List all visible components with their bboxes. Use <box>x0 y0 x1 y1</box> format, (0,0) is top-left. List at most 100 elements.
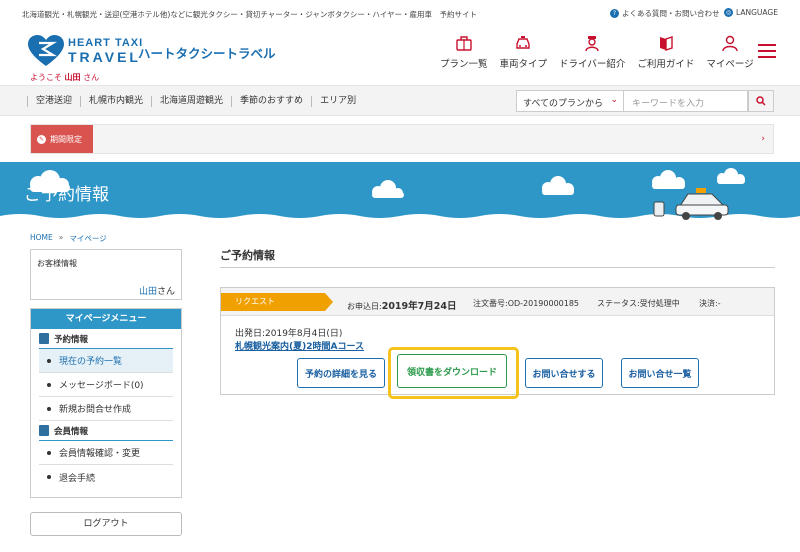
apply-date: お申込日:2019年7月24日 <box>347 298 456 312</box>
banner-illustration <box>0 168 800 230</box>
notice-bar[interactable]: ✎ 期間限定 › <box>30 124 774 154</box>
language-label: LANGUAGE <box>736 8 778 17</box>
nav-vehicle-types[interactable]: 車両タイプ <box>499 34 548 70</box>
site-tagline: 北海道観光・札幌観光・送迎(空港ホテル他)などに観光タクシー・貸切チャーター・ジ… <box>22 10 478 19</box>
page-title: ご予約情報 <box>220 249 275 262</box>
welcome-suffix: さん <box>83 73 100 82</box>
category-seasonal[interactable]: 季節のおすすめ <box>231 96 311 107</box>
category-links: 空港送迎 札幌市内観光 北海道周遊観光 季節のおすすめ エリア別 <box>27 96 364 107</box>
brand-english[interactable]: HEART TAXI TRAVEL <box>68 37 144 65</box>
hamburger-menu-icon[interactable] <box>758 44 776 58</box>
inquiry-list-button[interactable]: お問い合せ一覧 <box>621 358 699 388</box>
chevron-right-icon: › <box>761 134 765 144</box>
apply-date-label: お申込日: <box>347 302 382 311</box>
nav-guide-label: ご利用ガイド <box>637 59 695 70</box>
mypage-menu-title: マイページメニュー <box>31 309 181 329</box>
driver-icon <box>585 36 599 52</box>
heart-logo-icon[interactable] <box>28 35 64 67</box>
keyword-input[interactable]: キーワードを入力 <box>624 90 748 112</box>
menu-item-withdraw[interactable]: 退会手続 <box>39 465 173 489</box>
category-sapporo[interactable]: 札幌市内観光 <box>80 96 151 107</box>
departure-date: 出発日:2019年8月4日(日) <box>235 329 343 339</box>
apply-date-value: 2019年7月24日 <box>381 301 457 312</box>
welcome-text: ようこそ 山田 さん <box>30 72 99 83</box>
customer-name: 山田さん <box>139 284 175 297</box>
menu-item-message-board[interactable]: メッセージボード(0) <box>39 373 173 397</box>
title-divider <box>220 267 775 268</box>
limited-time-label: 期間限定 <box>50 134 82 144</box>
welcome-name: 山田 <box>64 73 81 82</box>
menu-item-label: 会員情報確認・変更 <box>59 449 141 459</box>
brand-en-line1: HEART TAXI <box>68 37 144 49</box>
menu-section-reservations-label: 予約情報 <box>54 334 89 345</box>
banner-title: ご予約情報 <box>24 185 109 205</box>
status-badge: リクエスト <box>221 293 333 311</box>
menu-section-member: 会員情報 <box>39 421 173 441</box>
bullet-icon <box>47 475 51 479</box>
page-banner: ご予約情報 <box>0 162 800 230</box>
menu-section-reservations: 予約情報 <box>39 329 173 349</box>
customer-name-value: 山田 <box>138 287 157 297</box>
document-icon <box>39 333 49 344</box>
reservation-card-header: リクエスト お申込日:2019年7月24日 注文番号:OD-2019000018… <box>221 288 774 316</box>
faq-label: よくある質問・お問い合わせ <box>622 9 720 18</box>
nav-vehicle-types-label: 車両タイプ <box>499 59 548 70</box>
reservation-status: ステータス:受付処理中 <box>597 299 680 308</box>
member-card-icon <box>39 425 49 436</box>
site-header: HEART TAXI TRAVEL ハートタクシートラベル ようこそ 山田 さん… <box>0 26 800 86</box>
plan-select[interactable]: すべてのプランから ⌄ <box>516 90 624 112</box>
menu-item-label: 退会手続 <box>59 473 96 484</box>
luggage-icon <box>456 36 472 51</box>
search-button[interactable] <box>748 90 774 112</box>
nav-plans[interactable]: プラン一覧 <box>440 34 488 70</box>
customer-info-box: お客様情報 山田さん <box>30 249 182 300</box>
category-airport[interactable]: 空港送迎 <box>27 96 80 107</box>
menu-item-new-inquiry[interactable]: 新規お問合せ作成 <box>39 397 173 421</box>
logout-button[interactable]: ログアウト <box>30 512 182 536</box>
brand-japanese[interactable]: ハートタクシートラベル <box>138 43 276 62</box>
nav-mypage-label: マイページ <box>706 59 754 70</box>
category-area[interactable]: エリア別 <box>311 96 364 107</box>
menu-item-label: メッセージボード(0) <box>59 381 144 391</box>
faq-link[interactable]: ? よくある質問・お問い合わせ <box>610 8 720 19</box>
view-details-button[interactable]: 予約の詳細を見る <box>297 358 385 388</box>
top-strip: 北海道観光・札幌観光・送迎(空港ホテル他)などに観光タクシー・貸切チャーター・ジ… <box>0 0 800 26</box>
mypage-menu: マイページメニュー 予約情報 現在の予約一覧 メッセージボード(0) 新規お問合… <box>30 308 182 498</box>
nav-drivers[interactable]: ドライバー紹介 <box>559 34 625 70</box>
bullet-icon <box>47 382 51 387</box>
customer-name-suffix: さん <box>156 287 175 297</box>
welcome-prefix: ようこそ <box>30 73 62 82</box>
bullet-icon <box>47 450 51 455</box>
book-icon <box>659 36 673 51</box>
main-nav: プラン一覧 車両タイプ ドライバー紹介 ご利用ガイド マイページ <box>440 34 766 70</box>
user-icon <box>722 35 738 52</box>
nav-guide[interactable]: ご利用ガイド <box>637 34 694 70</box>
breadcrumb-current[interactable]: マイページ <box>69 233 106 244</box>
search-icon <box>756 96 766 106</box>
limited-time-tag: ✎ 期間限定 <box>31 125 93 153</box>
menu-item-label: 現在の予約一覧 <box>59 357 123 367</box>
menu-item-label: 新規お問合せ作成 <box>59 405 132 415</box>
menu-section-member-label: 会員情報 <box>54 426 89 437</box>
nav-plans-label: プラン一覧 <box>440 59 488 70</box>
megaphone-icon: ✎ <box>37 134 46 144</box>
nav-drivers-label: ドライバー紹介 <box>559 59 626 70</box>
car-icon <box>516 36 530 49</box>
category-hokkaido[interactable]: 北海道周遊観光 <box>151 96 231 107</box>
course-link[interactable]: 札幌観光案内(夏)2時間Aコース <box>235 339 364 352</box>
language-link[interactable]: ◎ LANGUAGE <box>724 8 778 17</box>
breadcrumb-home[interactable]: HOME <box>30 233 53 244</box>
inquire-button[interactable]: お問い合せする <box>525 358 603 388</box>
customer-info-label: お客様情報 <box>37 259 77 268</box>
plan-select-value: すべてのプランから <box>523 99 604 109</box>
chevron-down-icon: ⌄ <box>610 95 618 105</box>
bullet-icon <box>47 358 51 363</box>
menu-item-member-edit[interactable]: 会員情報確認・変更 <box>39 441 173 465</box>
payment-status: 決済:- <box>699 299 721 308</box>
highlight-frame <box>388 347 519 399</box>
nav-mypage[interactable]: マイページ <box>706 34 754 70</box>
menu-item-current-reservations[interactable]: 現在の予約一覧 <box>39 349 173 373</box>
order-number: 注文番号:OD-20190000185 <box>473 299 580 308</box>
category-bar: 空港送迎 札幌市内観光 北海道周遊観光 季節のおすすめ エリア別 すべてのプラン… <box>0 86 800 116</box>
question-icon: ? <box>610 9 619 18</box>
